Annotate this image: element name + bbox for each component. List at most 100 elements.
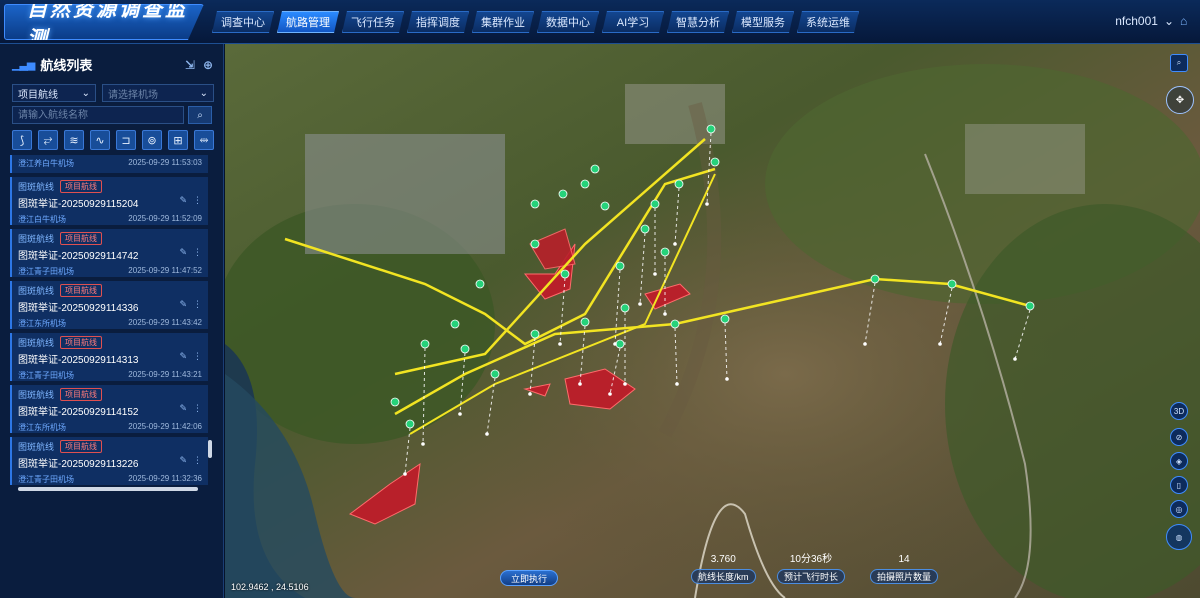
compass-icon[interactable]: ✥ <box>1166 86 1194 114</box>
list-item[interactable]: 图斑航线 项目航线 图斑举证-20250929114313 ✎ ⋮ 澄江青子田机场 20… <box>10 333 208 381</box>
list-item[interactable]: 澄江养白牛机场 2025-09-29 11:53:03 <box>10 155 208 173</box>
item-time: 2025-09-29 11:52:09 <box>128 214 202 223</box>
globe-icon: ◍ <box>1175 532 1183 542</box>
edit-icon[interactable]: ✎ <box>179 299 187 314</box>
nav-model-service[interactable]: 模型服务 <box>732 11 794 33</box>
bars-icon: ▁▃▅ <box>12 58 35 71</box>
nav-smart-analysis[interactable]: 智慧分析 <box>667 11 729 33</box>
nav-command-dispatch[interactable]: 指挥调度 <box>407 11 469 33</box>
edit-icon[interactable]: ✎ <box>179 247 187 262</box>
more-icon[interactable]: ⋮ <box>193 351 202 366</box>
item-time: 2025-09-29 11:47:52 <box>128 266 202 275</box>
user-menu[interactable]: nfch001 ⌄ ⌂ <box>1115 14 1192 28</box>
nav-cluster-ops[interactable]: 集群作业 <box>472 11 534 33</box>
airport-select[interactable]: 请选择机场 ⌄ <box>102 84 214 102</box>
item-site: 澄江东所机场 <box>18 319 66 328</box>
oblique-route-icon[interactable]: ⊚ <box>142 130 162 150</box>
airport-placeholder: 请选择机场 <box>108 89 158 101</box>
strip-route-icon[interactable]: ⊐ <box>116 130 136 150</box>
nav-system-ops[interactable]: 系统运维 <box>797 11 859 33</box>
stat-value: 10分36秒 <box>789 554 833 565</box>
stat-route-length: 3.760 航线长度/km <box>691 554 756 584</box>
item-badge: 项目航线 <box>60 388 103 401</box>
item-site: 澄江青子田机场 <box>18 371 74 380</box>
search-bar: ⌕ <box>12 106 212 124</box>
waypoint-route-icon[interactable]: ∿ <box>90 130 110 150</box>
item-tag: 图斑航线 <box>18 286 55 296</box>
edit-icon[interactable]: ✎ <box>179 351 187 366</box>
item-badge: 项目航线 <box>60 180 103 193</box>
item-site: 澄江青子田机场 <box>18 267 74 276</box>
more-icon[interactable]: ⋮ <box>193 403 202 418</box>
nav-data-center[interactable]: 数据中心 <box>537 11 599 33</box>
item-site: 澄江东所机场 <box>18 423 66 432</box>
facade-route-icon[interactable]: ⊞ <box>168 130 188 150</box>
stat-label: 航线长度/km <box>691 569 756 584</box>
map-view[interactable]: ⌕ ✥ 3D ⊘ ◈ ▯ ◎ ◍ 102.9462 , 24.5106 立即执行… <box>225 44 1200 598</box>
vertical-scrollbar[interactable] <box>208 440 212 458</box>
chevron-down-icon: ⌄ <box>81 87 90 99</box>
route-type-select[interactable]: 项目航线 ⌄ <box>12 84 96 102</box>
app-logo: 自然资源调查监测 <box>4 4 204 40</box>
horizontal-scrollbar[interactable] <box>18 487 198 491</box>
more-icon[interactable]: ⋮ <box>193 247 202 262</box>
pattern-route-icon[interactable]: ⥈ <box>194 130 214 150</box>
item-name: 图斑举证-20250929114336 <box>18 303 139 314</box>
list-item[interactable]: 图斑航线 项目航线 图斑举证-20250929114152 ✎ ⋮ 澄江东所机场 202… <box>10 385 208 433</box>
item-tag: 图斑航线 <box>18 390 55 400</box>
execute-now-button[interactable]: 立即执行 <box>500 570 558 586</box>
list-item[interactable]: 图斑航线 项目航线 图斑举证-20250929113226 ✎ ⋮ 澄江青子田机场 20… <box>10 437 208 485</box>
search-icon: ⌕ <box>1176 58 1182 67</box>
route-type-toolbar: ⟆ ⥂ ≋ ∿ ⊐ ⊚ ⊞ ⥈ <box>12 130 214 150</box>
layers-button[interactable]: ◈ <box>1170 452 1188 470</box>
layers-icon: ◈ <box>1175 456 1183 466</box>
item-name: 图斑举证-20250929115204 <box>18 199 139 210</box>
measure-button[interactable]: ⊘ <box>1170 428 1188 446</box>
item-site: 澄江白牛机场 <box>18 215 66 224</box>
chevron-down-icon: ⌄ <box>1163 14 1174 28</box>
item-time: 2025-09-29 11:42:06 <box>128 422 202 431</box>
locate-button[interactable]: ◎ <box>1170 500 1188 518</box>
top-bar: 自然资源调查监测 调查中心 航路管理 飞行任务 指挥调度 集群作业 数据中心 A… <box>0 0 1200 44</box>
item-badge: 项目航线 <box>60 440 103 453</box>
panel-title: 航线列表 <box>40 57 93 73</box>
zigzag-route-icon[interactable]: ≋ <box>64 130 84 150</box>
edit-icon[interactable]: ✎ <box>179 403 187 418</box>
panel-header: ▁▃▅ 航线列表 ⇲ ⊕ <box>0 44 223 84</box>
add-icon[interactable]: ⊕ <box>203 58 213 72</box>
item-name: 图斑举证-20250929114313 <box>18 355 139 366</box>
nav-route-management[interactable]: 航路管理 <box>277 11 339 33</box>
edit-icon[interactable]: ✎ <box>179 455 187 470</box>
username: nfch001 <box>1115 14 1158 28</box>
area-route-icon[interactable]: ⥂ <box>38 130 58 150</box>
more-icon[interactable]: ⋮ <box>193 299 202 314</box>
list-item[interactable]: 图斑航线 项目航线 图斑举证-20250929114742 ✎ ⋮ 澄江青子田机场 20… <box>10 229 208 277</box>
main-nav: 调查中心 航路管理 飞行任务 指挥调度 集群作业 数据中心 AI学习 智慧分析 … <box>212 11 859 33</box>
home-icon[interactable]: ⌂ <box>1180 15 1192 27</box>
edit-icon[interactable]: ✎ <box>179 195 187 210</box>
map-search-button[interactable]: ⌕ <box>1170 54 1188 72</box>
list-item[interactable]: 图斑航线 项目航线 图斑举证-20250929115204 ✎ ⋮ 澄江白牛机场 202… <box>10 177 208 225</box>
more-icon[interactable]: ⋮ <box>193 195 202 210</box>
device-icon: ▯ <box>1176 480 1182 490</box>
device-button[interactable]: ▯ <box>1170 476 1188 494</box>
locate-icon: ◎ <box>1175 504 1183 514</box>
item-tag: 图斑航线 <box>18 234 55 244</box>
view-3d-label: 3D <box>1173 406 1185 416</box>
satellite-map <box>225 44 1200 598</box>
polyline-route-icon[interactable]: ⟆ <box>12 130 32 150</box>
coordinate-readout: 102.9462 , 24.5106 <box>231 582 309 592</box>
nav-ai-learning[interactable]: AI学习 <box>602 11 664 33</box>
stat-value: 3.760 <box>710 554 736 565</box>
view-3d-button[interactable]: 3D <box>1170 402 1188 420</box>
stat-value: 14 <box>898 554 910 565</box>
list-item[interactable]: 图斑航线 项目航线 图斑举证-20250929114336 ✎ ⋮ 澄江东所机场 202… <box>10 281 208 329</box>
import-icon[interactable]: ⇲ <box>185 58 195 72</box>
more-icon[interactable]: ⋮ <box>193 455 202 470</box>
nav-survey-center[interactable]: 调查中心 <box>212 11 274 33</box>
nav-flight-tasks[interactable]: 飞行任务 <box>342 11 404 33</box>
minimap-toggle[interactable]: ◍ <box>1166 524 1192 550</box>
item-time: 2025-09-29 11:43:21 <box>128 370 202 379</box>
search-button[interactable]: ⌕ <box>188 106 212 124</box>
route-search-input[interactable] <box>12 106 184 124</box>
